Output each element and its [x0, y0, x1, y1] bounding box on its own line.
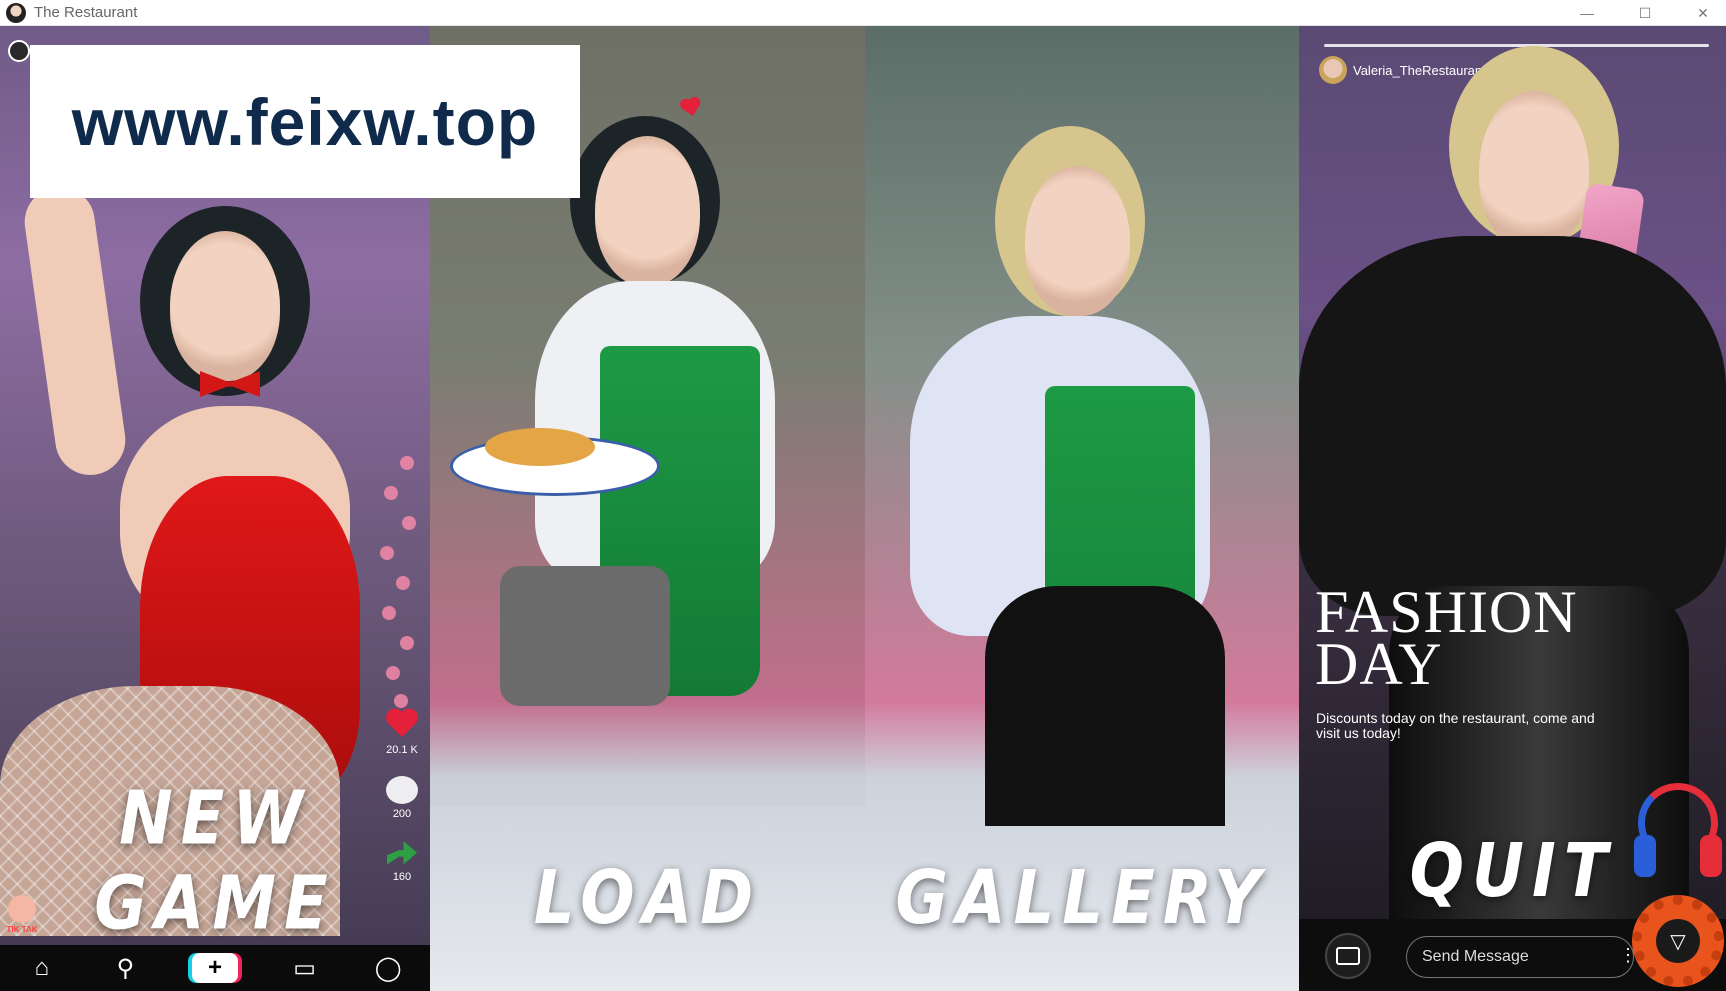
- gallery-panel[interactable]: GALLERY: [865, 26, 1299, 991]
- watermark: www.feixw.top: [30, 45, 580, 198]
- gallery-button[interactable]: GALLERY: [865, 856, 1299, 941]
- like-action[interactable]: 20.1 K: [382, 706, 422, 756]
- headphones-cup-left: [1634, 835, 1656, 877]
- search-icon[interactable]: ⚲: [108, 951, 142, 985]
- story-subtext: Discounts today on the restaurant, come …: [1316, 710, 1595, 741]
- story-headline: FASHION DAY: [1315, 582, 1578, 697]
- watermark-text: www.feixw.top: [71, 84, 539, 159]
- new-game-button[interactable]: NEW GAME: [0, 777, 430, 947]
- character-face: [1479, 91, 1589, 251]
- headphones-cup-right: [1700, 835, 1722, 877]
- story-user[interactable]: Valeria_TheRestaurant: [1319, 56, 1486, 84]
- load-button[interactable]: LOAD: [430, 856, 865, 941]
- headphones-icon[interactable]: [1630, 775, 1726, 885]
- app-icon: [6, 2, 26, 23]
- heart-icon: [678, 94, 704, 120]
- story-progress-bar: [1324, 44, 1709, 47]
- heart-icon: [385, 706, 419, 740]
- headline-line2: DAY: [1315, 631, 1443, 697]
- character-face: [170, 231, 280, 381]
- maximize-button[interactable]: ☐: [1616, 0, 1674, 26]
- chat-icon[interactable]: ▭: [288, 951, 322, 985]
- pancakes: [485, 428, 595, 466]
- camera-icon[interactable]: [1325, 933, 1371, 979]
- profile-icon[interactable]: ◯: [371, 951, 405, 985]
- story-username: Valeria_TheRestaurant: [1353, 62, 1486, 78]
- character-face: [1025, 166, 1130, 316]
- window-title: The Restaurant: [34, 4, 138, 21]
- character-pants: [985, 586, 1225, 826]
- send-message-input[interactable]: Send Message: [1406, 936, 1634, 978]
- main-menu: 20.1 K 200 160 TIK TAK NEW GAME ⌂ ⚲ + ▭ …: [0, 26, 1726, 991]
- gear-center-icon: ▽: [1656, 919, 1700, 963]
- settings-gear-icon[interactable]: ▽: [1632, 895, 1724, 991]
- window-titlebar: The Restaurant — ☐ ✕: [0, 0, 1726, 26]
- home-icon[interactable]: ⌂: [25, 951, 59, 985]
- minimize-icon: —: [1580, 5, 1594, 21]
- character-skirt: [500, 566, 670, 706]
- close-icon: ✕: [1697, 4, 1709, 21]
- minimize-button[interactable]: —: [1558, 0, 1616, 26]
- bottom-nav: ⌂ ⚲ + ▭ ◯: [0, 945, 430, 991]
- floating-hearts: [370, 446, 420, 716]
- character-arm: [20, 182, 130, 480]
- close-button[interactable]: ✕: [1674, 0, 1726, 26]
- avatar: [1319, 56, 1347, 84]
- plus-icon[interactable]: +: [191, 953, 238, 983]
- character-top: [1299, 236, 1726, 616]
- avatar: [8, 40, 30, 62]
- like-count: 20.1 K: [386, 744, 418, 756]
- character-face: [595, 136, 700, 286]
- maximize-icon: ☐: [1638, 4, 1652, 21]
